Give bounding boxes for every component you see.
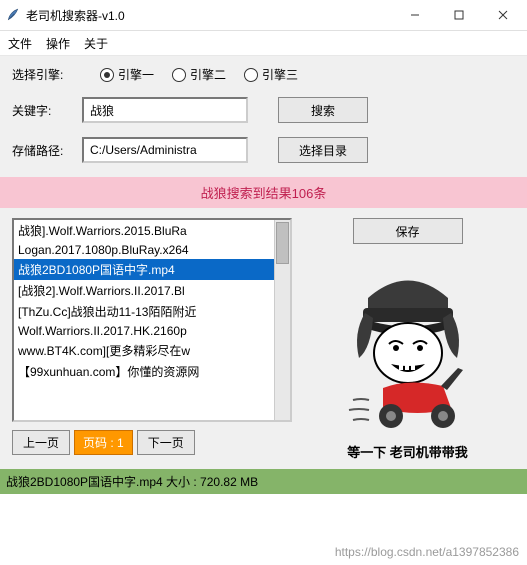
result-banner: 战狼搜索到结果106条 bbox=[0, 177, 527, 208]
save-button[interactable]: 保存 bbox=[353, 218, 463, 244]
maximize-button[interactable] bbox=[437, 2, 481, 28]
path-row: 存储路径: 选择目录 bbox=[12, 137, 515, 163]
list-item[interactable]: www.BT4K.com][更多精彩尽在w bbox=[14, 340, 275, 361]
engine-option-1[interactable]: 引擎一 bbox=[100, 66, 154, 83]
page-number-label: 页码 : 1 bbox=[74, 430, 133, 455]
result-listbox[interactable]: 战狼].Wolf.Warriors.2015.BluRaLogan.2017.1… bbox=[12, 218, 292, 422]
keyword-row: 关键字: 搜索 bbox=[12, 97, 515, 123]
menu-file[interactable]: 文件 bbox=[8, 35, 32, 52]
scrollbar-thumb[interactable] bbox=[276, 222, 289, 264]
engine-radio-group: 引擎一 引擎二 引擎三 bbox=[100, 66, 298, 83]
engine-row: 选择引擎: 引擎一 引擎二 引擎三 bbox=[12, 66, 515, 83]
list-item[interactable]: 【99xunhuan.com】你懂的资源网 bbox=[14, 361, 275, 382]
content-area: 选择引擎: 引擎一 引擎二 引擎三 关键字: 搜索 存储路径: 选择目录 战狼搜… bbox=[0, 56, 527, 469]
radio-label: 引擎三 bbox=[262, 66, 298, 83]
minimize-button[interactable] bbox=[393, 2, 437, 28]
titlebar: 老司机搜索器-v1.0 bbox=[0, 0, 527, 31]
radio-label: 引擎二 bbox=[190, 66, 226, 83]
prev-page-button[interactable]: 上一页 bbox=[12, 430, 70, 455]
listbox-scrollbar[interactable] bbox=[274, 220, 290, 420]
list-item[interactable]: [战狼2].Wolf.Warriors.II.2017.Bl bbox=[14, 280, 275, 301]
list-item[interactable]: Logan.2017.1080p.BluRay.x264 bbox=[14, 241, 275, 259]
list-item[interactable]: 战狼].Wolf.Warriors.2015.BluRa bbox=[14, 220, 275, 241]
radio-icon bbox=[100, 68, 114, 82]
next-page-button[interactable]: 下一页 bbox=[137, 430, 195, 455]
menu-operation[interactable]: 操作 bbox=[46, 35, 70, 52]
radio-icon bbox=[172, 68, 186, 82]
radio-icon bbox=[244, 68, 258, 82]
meme-image bbox=[323, 258, 493, 438]
right-column: 保存 bbox=[300, 218, 515, 461]
engine-label: 选择引擎: bbox=[12, 66, 82, 83]
list-item[interactable]: [ThZu.Cc]战狼出动11-13陌陌附近 bbox=[14, 301, 275, 322]
status-bar: 战狼2BD1080P国语中字.mp4 大小 : 720.82 MB bbox=[0, 469, 527, 494]
menu-about[interactable]: 关于 bbox=[84, 35, 108, 52]
menubar: 文件 操作 关于 bbox=[0, 31, 527, 56]
keyword-label: 关键字: bbox=[12, 102, 82, 119]
close-button[interactable] bbox=[481, 2, 525, 28]
pager: 上一页 页码 : 1 下一页 bbox=[12, 430, 292, 455]
main-area: 战狼].Wolf.Warriors.2015.BluRaLogan.2017.1… bbox=[12, 218, 515, 461]
window-title: 老司机搜索器-v1.0 bbox=[26, 7, 125, 24]
path-input[interactable] bbox=[82, 137, 248, 163]
keyword-input[interactable] bbox=[82, 97, 248, 123]
list-item[interactable]: Wolf.Warriors.II.2017.HK.2160p bbox=[14, 322, 275, 340]
engine-option-3[interactable]: 引擎三 bbox=[244, 66, 298, 83]
browse-button[interactable]: 选择目录 bbox=[278, 137, 368, 163]
path-label: 存储路径: bbox=[12, 142, 82, 159]
engine-option-2[interactable]: 引擎二 bbox=[172, 66, 226, 83]
search-button[interactable]: 搜索 bbox=[278, 97, 368, 123]
list-item[interactable]: 战狼2BD1080P国语中字.mp4 bbox=[14, 259, 275, 280]
app-icon bbox=[6, 8, 20, 22]
radio-label: 引擎一 bbox=[118, 66, 154, 83]
left-column: 战狼].Wolf.Warriors.2015.BluRaLogan.2017.1… bbox=[12, 218, 292, 461]
watermark: https://blog.csdn.net/a1397852386 bbox=[335, 545, 519, 559]
meme-caption: 等一下 老司机带带我 bbox=[347, 442, 468, 461]
